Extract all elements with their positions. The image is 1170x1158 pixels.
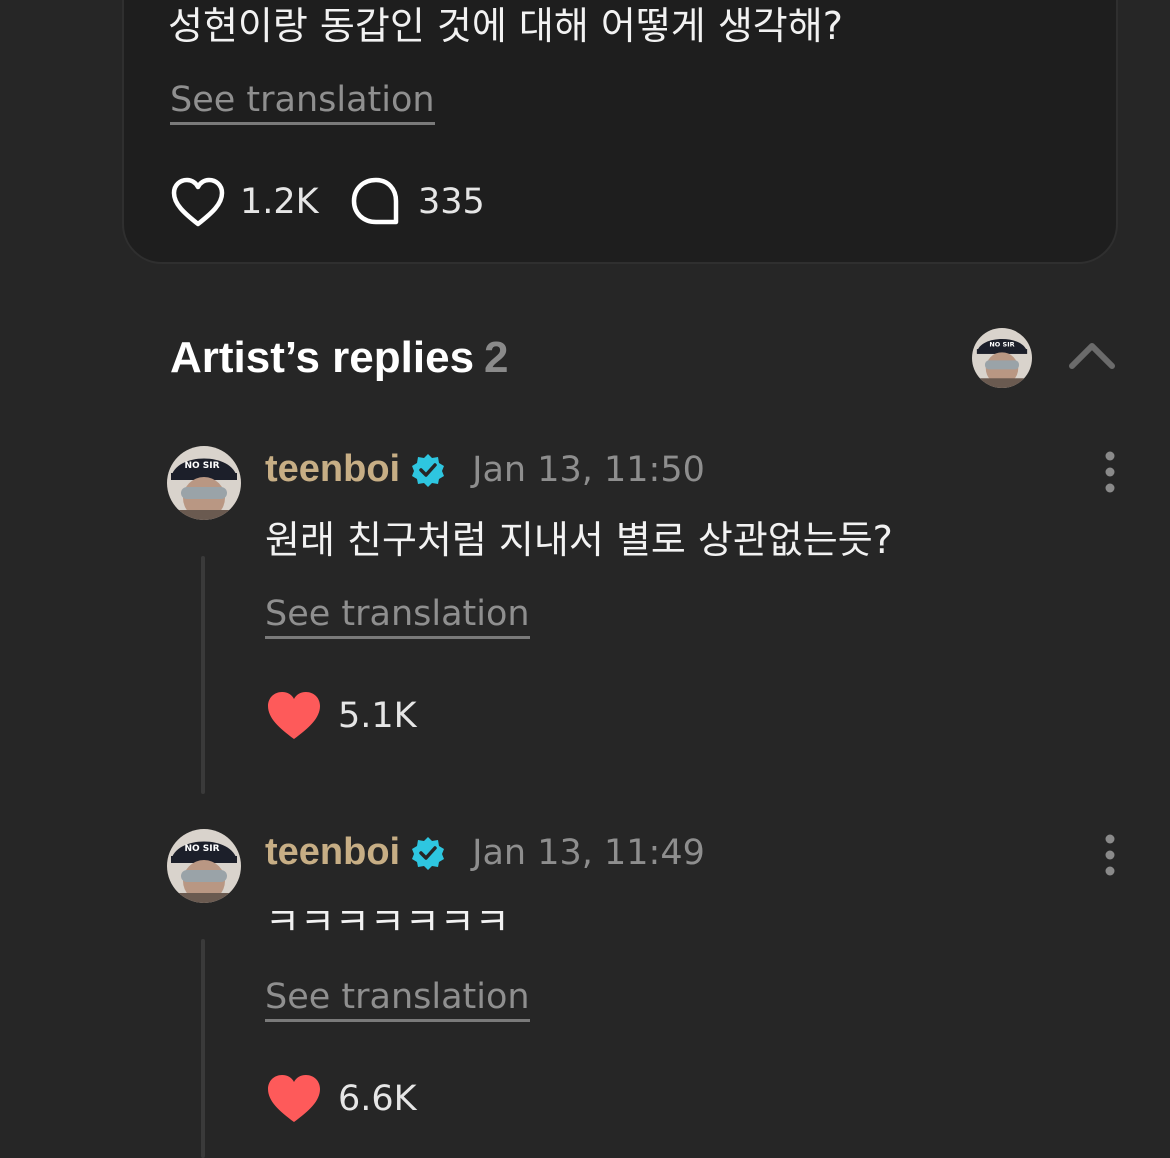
artist-avatar[interactable]: NO SIR	[972, 328, 1032, 388]
thread-line	[201, 556, 205, 794]
verified-badge-icon	[412, 453, 445, 487]
artist-replies-count: 2	[484, 333, 509, 382]
reply-see-translation-link[interactable]: See translation	[265, 975, 530, 1022]
verified-badge-icon	[412, 836, 445, 870]
heart-filled-icon	[268, 1075, 320, 1122]
reply-like-button[interactable]: 5.1K	[266, 690, 417, 742]
avatar-cap-text: NO SIR	[184, 844, 219, 854]
post-comment-count: 335	[418, 182, 485, 222]
reply-timestamp: Jan 13, 11:49	[472, 832, 705, 873]
reply-avatar[interactable]: NO SIR	[167, 829, 241, 903]
collapse-chevron-up-icon[interactable]	[1068, 336, 1116, 376]
reply-see-translation-link[interactable]: See translation	[265, 592, 530, 639]
post-like-count: 1.2K	[240, 182, 319, 222]
artist-replies-title: Artist’s replies	[170, 333, 475, 382]
heart-filled-icon	[268, 692, 320, 739]
post-like-button[interactable]: 1.2K	[170, 176, 319, 228]
avatar-cap-text: NO SIR	[989, 341, 1014, 349]
post-comment-button[interactable]: 335	[350, 176, 485, 228]
comment-bubble-icon	[351, 177, 399, 225]
artist-replies-header: Artist’s replies 2	[170, 330, 509, 386]
reply-username[interactable]: teenboi	[265, 448, 400, 491]
post-see-translation-link[interactable]: See translation	[170, 78, 435, 125]
reply-timestamp: Jan 13, 11:50	[472, 449, 705, 490]
thread-line	[201, 939, 205, 1158]
more-options-icon[interactable]	[1100, 450, 1120, 494]
reply-avatar[interactable]: NO SIR	[167, 446, 241, 520]
reply-like-count: 5.1K	[338, 696, 417, 736]
more-options-icon[interactable]	[1100, 833, 1120, 877]
heart-outline-icon	[171, 177, 225, 227]
reply-like-button[interactable]: 6.6K	[266, 1073, 417, 1125]
post-text: 성현이랑 동갑인 것에 대해 어떻게 생각해?	[168, 4, 843, 48]
avatar-cap-text: NO SIR	[184, 461, 219, 471]
reply-like-count: 6.6K	[338, 1079, 417, 1119]
reply-username[interactable]: teenboi	[265, 831, 400, 874]
reply-header: teenboi Jan 13, 11:49	[265, 831, 705, 874]
reply-text: ㅋㅋㅋㅋㅋㅋㅋ	[265, 900, 510, 944]
reply-header: teenboi Jan 13, 11:50	[265, 448, 705, 491]
reply-text: 원래 친구처럼 지내서 별로 상관없는듯?	[265, 518, 893, 562]
